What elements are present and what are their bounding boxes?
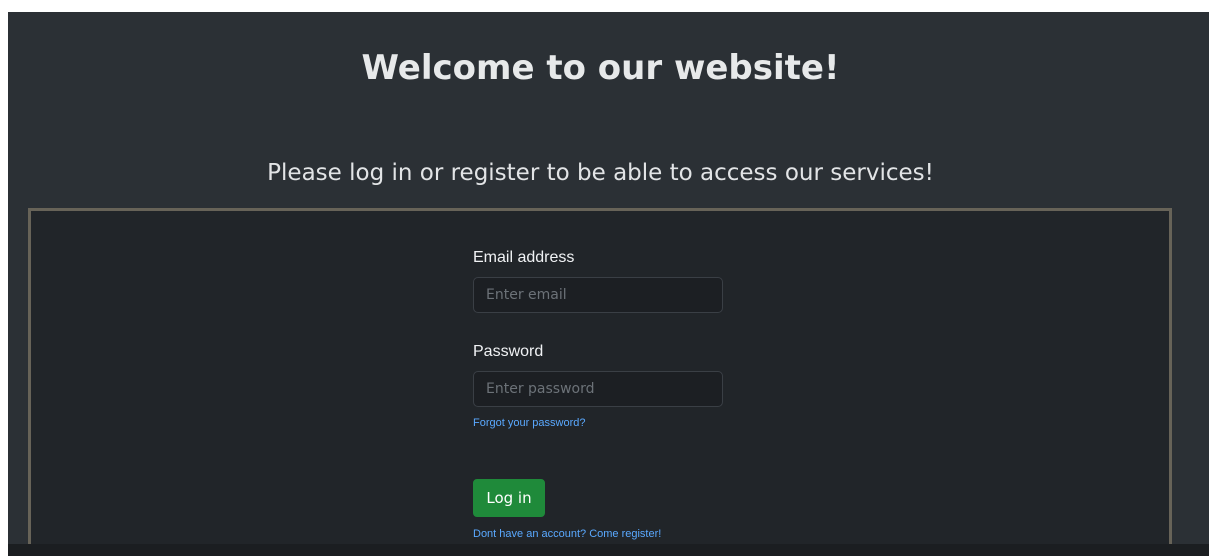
login-card: Email address Password Forgot your passw… xyxy=(28,208,1172,554)
page-title: Welcome to our website! xyxy=(361,48,840,88)
password-label: Password xyxy=(473,343,544,360)
footer-strip xyxy=(8,544,1209,556)
page-background: Welcome to our website! Please log in or… xyxy=(8,12,1209,556)
forgot-password-link[interactable]: Forgot your password? xyxy=(473,416,586,430)
password-field[interactable] xyxy=(473,371,723,407)
login-button[interactable]: Log in xyxy=(473,479,545,517)
email-label: Email address xyxy=(473,249,575,266)
register-link[interactable]: Dont have an account? Come register! xyxy=(473,527,661,541)
email-field[interactable] xyxy=(473,277,723,313)
page-subtitle: Please log in or register to be able to … xyxy=(267,160,934,186)
